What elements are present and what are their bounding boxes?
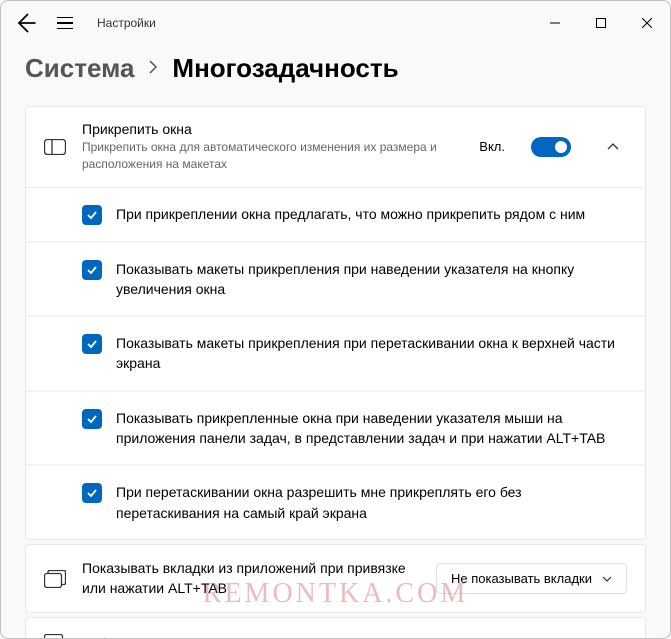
chevron-down-icon — [602, 574, 612, 584]
snap-title: Прикрепить окна — [82, 121, 463, 137]
snap-option-row: При перетаскивании окна разрешить мне пр… — [26, 466, 645, 539]
snap-windows-icon — [44, 139, 66, 155]
close-button[interactable] — [624, 7, 670, 39]
snap-option-row: При прикреплении окна предлагать, что мо… — [26, 188, 645, 243]
back-button[interactable] — [13, 11, 37, 35]
desktops-label: Рабочие столы — [82, 635, 627, 638]
minimize-icon — [550, 18, 560, 28]
breadcrumb: Система Многозадачность — [25, 53, 646, 84]
maximize-button[interactable] — [578, 7, 624, 39]
desktops-card[interactable]: Рабочие столы — [25, 617, 646, 638]
dropdown-value: Не показывать вкладки — [451, 571, 592, 586]
option-label: При прикреплении окна предлагать, что мо… — [116, 204, 585, 224]
collapse-button[interactable] — [599, 133, 627, 161]
titlebar: Настройки — [1, 1, 670, 45]
checkbox[interactable] — [82, 334, 102, 354]
tabs-card: Показывать вкладки из приложений при при… — [25, 544, 646, 613]
minimize-button[interactable] — [532, 7, 578, 39]
check-icon — [86, 487, 98, 499]
tabs-label: Показывать вкладки из приложений при при… — [82, 559, 420, 598]
checkbox[interactable] — [82, 260, 102, 280]
check-icon — [86, 209, 98, 221]
checkbox[interactable] — [82, 409, 102, 429]
maximize-icon — [596, 18, 606, 28]
toggle-state-label: Вкл. — [479, 139, 505, 154]
breadcrumb-parent[interactable]: Система — [25, 53, 134, 84]
desktops-icon — [44, 634, 66, 638]
option-label: При перетаскивании окна разрешить мне пр… — [116, 482, 627, 523]
content-area: Система Многозадачность Прикрепить окна … — [1, 45, 670, 638]
snap-option-row: Показывать макеты прикрепления при перет… — [26, 317, 645, 392]
option-label: Показывать макеты прикрепления при навед… — [116, 259, 627, 300]
snap-windows-card: Прикрепить окна Прикрепить окна для авто… — [25, 106, 646, 540]
snap-option-row: Показывать прикрепленные окна при наведе… — [26, 392, 645, 467]
snap-toggle[interactable] — [531, 137, 571, 157]
check-icon — [86, 413, 98, 425]
app-title: Настройки — [97, 16, 156, 30]
close-icon — [642, 18, 652, 28]
breadcrumb-current: Многозадачность — [172, 53, 398, 84]
chevron-up-icon — [607, 143, 619, 151]
snap-description: Прикрепить окна для автоматического изме… — [82, 139, 463, 173]
snap-option-row: Показывать макеты прикрепления при навед… — [26, 243, 645, 318]
checkbox[interactable] — [82, 483, 102, 503]
tabs-dropdown[interactable]: Не показывать вкладки — [436, 563, 627, 594]
check-icon — [86, 264, 98, 276]
chevron-right-icon — [148, 58, 158, 79]
check-icon — [86, 338, 98, 350]
option-label: Показывать макеты прикрепления при перет… — [116, 333, 627, 374]
snap-header[interactable]: Прикрепить окна Прикрепить окна для авто… — [26, 107, 645, 187]
checkbox[interactable] — [82, 205, 102, 225]
tabs-icon — [44, 570, 66, 588]
snap-options-list: При прикреплении окна предлагать, что мо… — [26, 187, 645, 539]
option-label: Показывать прикрепленные окна при наведе… — [116, 408, 627, 449]
arrow-left-icon — [13, 11, 37, 35]
menu-button[interactable] — [53, 11, 77, 35]
